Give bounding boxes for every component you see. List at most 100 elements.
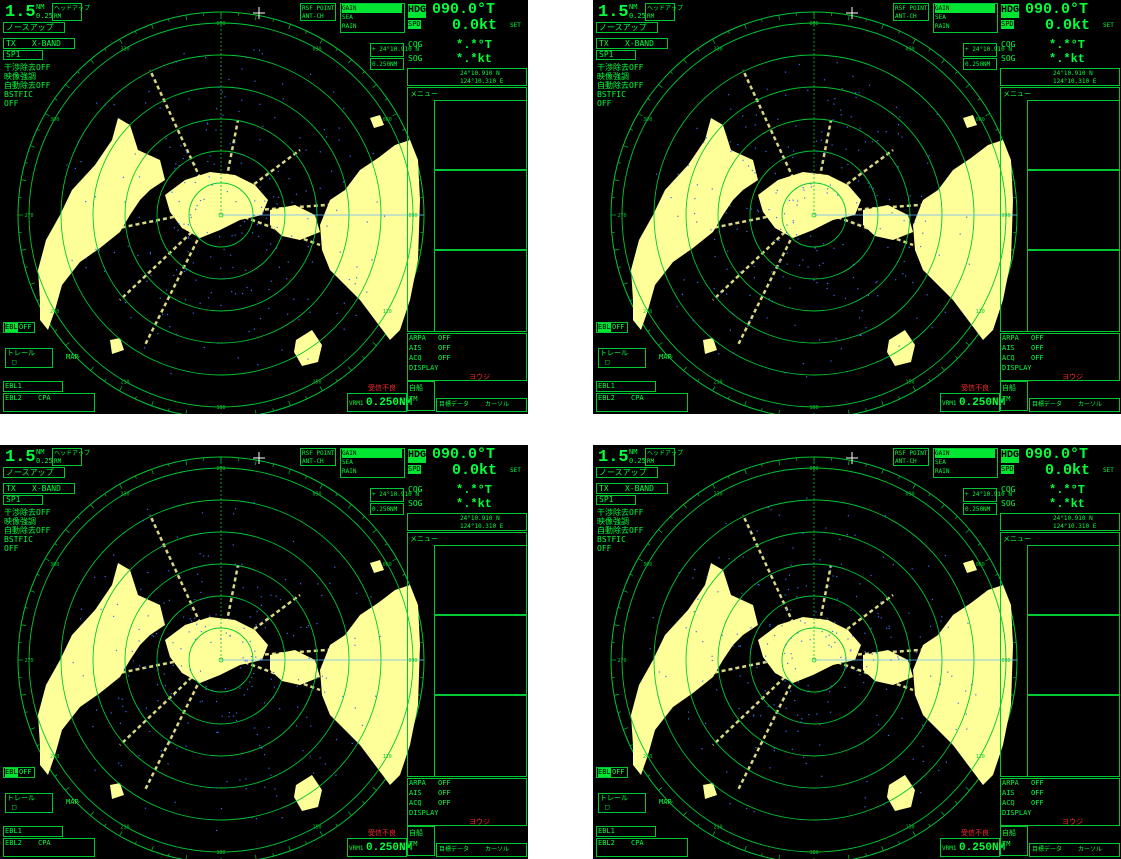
clutter-dot: [922, 724, 924, 726]
clutter-dot: [725, 522, 727, 524]
clutter-dot: [852, 263, 854, 266]
set-label-2: 映像強調: [597, 72, 629, 81]
clutter-dot: [806, 497, 808, 499]
clutter-dot: [890, 659, 892, 661]
clutter-dot: [786, 231, 788, 234]
clutter-dot: [706, 576, 708, 578]
clutter-dot: [170, 693, 172, 695]
clutter-dot: [885, 131, 887, 133]
clutter-dot: [779, 260, 781, 262]
clutter-dot: [785, 578, 787, 580]
red-warning: 受信不良: [368, 829, 396, 837]
clutter-dot: [82, 675, 84, 677]
clutter-dot: [238, 110, 240, 113]
trail-label: トレール: [7, 794, 35, 802]
ais-value: OFF: [438, 789, 451, 797]
menu-sep-2: [1027, 615, 1120, 695]
clutter-dot: [877, 295, 879, 297]
clutter-dot: [137, 254, 139, 257]
clutter-dot: [242, 154, 245, 156]
range-value[interactable]: 1.5: [5, 449, 36, 467]
clutter-dot: [243, 221, 246, 223]
clutter-dot: [279, 708, 281, 710]
clutter-dot: [794, 324, 796, 326]
clutter-dot: [742, 159, 744, 161]
clutter-dot: [110, 712, 112, 714]
range-value[interactable]: 1.5: [598, 449, 629, 467]
bearing-numeral: 300: [643, 117, 652, 123]
clutter-dot: [190, 214, 192, 216]
pulse-label: SP1: [599, 495, 614, 504]
clutter-dot: [293, 635, 295, 637]
range-unit: NM: [36, 448, 45, 456]
rel-motion-sub: ANT-CH: [895, 458, 917, 465]
clutter-dot: [945, 761, 947, 763]
clutter-dot: [825, 527, 827, 529]
clutter-dot: [877, 131, 879, 133]
menu-label: メニュー: [410, 535, 438, 543]
clutter-dot: [829, 691, 831, 693]
clutter-dot: [832, 575, 834, 577]
clutter-dot: [276, 226, 278, 228]
ring-interval: 0.25: [629, 12, 646, 20]
clutter-dot: [376, 201, 378, 203]
sea-label: SEA: [935, 14, 946, 21]
clutter-dot: [242, 657, 244, 659]
clutter-dot: [230, 254, 232, 256]
red-warning: 受信不良: [368, 384, 396, 392]
clutter-dot: [885, 688, 888, 690]
vrm-readout-label: VRM1: [349, 845, 364, 852]
clutter-dot: [224, 96, 226, 98]
clutter-dot: [183, 270, 185, 272]
clutter-dot: [858, 180, 860, 182]
clutter-dot: [905, 275, 907, 277]
clutter-dot: [185, 269, 187, 271]
clutter-dot: [201, 581, 203, 583]
clutter-dot: [239, 687, 241, 689]
set-label-4: BSTFIC: [597, 535, 626, 544]
clutter-dot: [778, 239, 780, 241]
clutter-dot: [830, 711, 832, 713]
clutter-dot: [750, 648, 752, 650]
range-value[interactable]: 1.5: [598, 4, 629, 22]
clutter-dot: [255, 656, 257, 658]
clutter-dot: [803, 189, 805, 191]
clutter-dot: [159, 107, 161, 109]
clutter-dot: [220, 267, 222, 269]
clutter-dot: [224, 687, 227, 690]
clutter-dot: [821, 131, 823, 133]
clutter-dot: [844, 297, 847, 299]
menu-label: メニュー: [1003, 535, 1031, 543]
bearing-numeral: 060: [383, 562, 392, 568]
map-label: MAP: [659, 798, 672, 806]
clutter-dot: [774, 172, 776, 175]
clutter-dot: [204, 626, 206, 628]
clutter-dot: [741, 592, 743, 594]
clutter-dot: [729, 205, 731, 207]
clutter-dot: [797, 238, 799, 240]
clutter-dot: [783, 213, 786, 215]
clutter-dot: [947, 671, 949, 673]
ebl-label: EBL: [598, 323, 611, 332]
clutter-dot: [188, 237, 190, 239]
clutter-dot: [809, 639, 811, 641]
range-value[interactable]: 1.5: [5, 4, 36, 22]
menu-sep-1: [434, 100, 527, 170]
arpa-label: ARPA: [409, 334, 426, 342]
clutter-dot: [797, 730, 799, 732]
clutter-dot: [753, 715, 755, 717]
set-label-5: OFF: [597, 544, 612, 553]
clutter-dot: [239, 225, 241, 227]
clutter-dot: [199, 701, 201, 703]
target-value-2: 124°10.310 E: [460, 78, 504, 85]
clutter-dot: [245, 269, 247, 271]
clutter-dot: [803, 756, 805, 758]
clutter-dot: [366, 221, 368, 223]
menu-sep-1: [1027, 545, 1120, 615]
clutter-dot: [774, 634, 776, 637]
clutter-dot: [319, 757, 321, 759]
clutter-dot: [278, 685, 280, 687]
clutter-dot: [827, 188, 829, 190]
clutter-dot: [965, 690, 967, 692]
clutter-dot: [361, 724, 364, 726]
